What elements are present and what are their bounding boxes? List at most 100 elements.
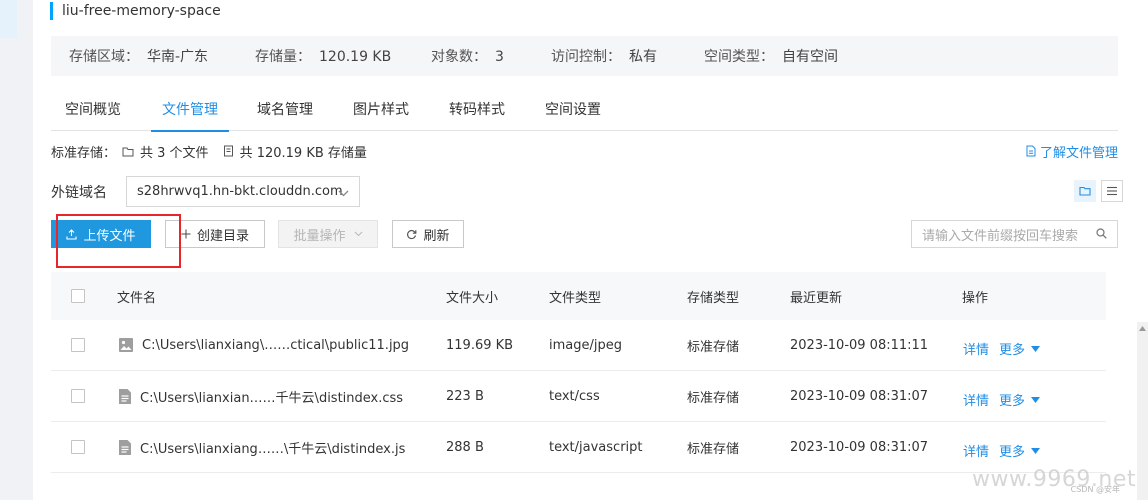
- summary-file-count: 共 3 个文件: [140, 145, 209, 161]
- file-type: text/css: [549, 388, 600, 404]
- info-region: 存储区域： 华南-广东: [69, 49, 209, 65]
- row-operations: 详情 更多: [963, 390, 1050, 409]
- detail-link[interactable]: 详情: [963, 343, 989, 358]
- file-name-cell: C:\Users\lianxian……千牛云\distindex.css: [118, 387, 403, 406]
- header-last-updated: 最近更新: [790, 290, 843, 306]
- bucket-info-bar: 存储区域： 华南-广东 存储量： 120.19 KB 对象数： 3 访问控制： 私有 空…: [51, 36, 1118, 76]
- folder-view-button[interactable]: [1074, 180, 1096, 202]
- more-dropdown[interactable]: 更多: [999, 390, 1041, 409]
- summary-label: 标准存储：: [51, 145, 117, 161]
- file-size: 119.69 KB: [446, 337, 514, 353]
- tab-bar: 空间概览 文件管理 域名管理 图片样式 转码样式 空间设置: [51, 96, 1118, 132]
- domain-select[interactable]: s28hrwvq1.hn-bkt.clouddn.com: [126, 176, 360, 207]
- folder-view-icon: [1079, 186, 1091, 196]
- file-size: 223 B: [446, 388, 484, 404]
- storage-icon: [223, 145, 234, 157]
- more-dropdown[interactable]: 更多: [999, 339, 1041, 358]
- view-toggle: [1069, 180, 1123, 202]
- tab-space-settings[interactable]: 空间设置: [545, 96, 601, 131]
- select-all-checkbox[interactable]: [71, 289, 85, 303]
- bucket-name: liu-free-memory-space: [62, 3, 221, 19]
- search-input[interactable]: 请输入文件前缀按回车搜索: [911, 220, 1118, 248]
- tab-file-management[interactable]: 文件管理: [151, 96, 229, 132]
- tab-domain-management[interactable]: 域名管理: [257, 96, 313, 131]
- learn-file-management-link[interactable]: 了解文件管理: [1026, 141, 1118, 161]
- batch-operations-button[interactable]: 批量操作: [278, 220, 378, 248]
- sidebar-active-item[interactable]: [0, 0, 17, 38]
- upload-highlight-annotation: [56, 214, 181, 268]
- table-header: 文件名 文件大小 文件类型 存储类型 最近更新 操作: [51, 272, 1106, 320]
- info-storage: 存储量： 120.19 KB: [255, 49, 392, 65]
- plus-icon: [181, 229, 191, 239]
- create-directory-label: 创建目录: [196, 228, 249, 244]
- row-checkbox[interactable]: [71, 338, 85, 352]
- document-icon: [1026, 145, 1036, 157]
- table-row[interactable]: C:\Users\lianxiang……\千牛云\distindex.js 28…: [51, 422, 1106, 473]
- summary-storage-size: 共 120.19 KB 存储量: [239, 145, 367, 161]
- file-name: C:\Users\lianxian……千牛云\distindex.css: [140, 390, 404, 406]
- refresh-button[interactable]: 刷新: [392, 220, 464, 248]
- list-view-button[interactable]: [1101, 180, 1123, 202]
- search-icon: [1096, 228, 1107, 243]
- caret-down-icon: [1031, 447, 1041, 454]
- last-updated: 2023-10-09 08:11:11: [790, 337, 929, 353]
- more-dropdown[interactable]: 更多: [999, 441, 1041, 460]
- file-table: 文件名 文件大小 文件类型 存储类型 最近更新 操作 C:\Users\lian…: [51, 272, 1106, 473]
- storage-type: 标准存储: [687, 339, 740, 355]
- file-name-cell: C:\Users\lianxiang……\千牛云\distindex.js: [118, 438, 405, 457]
- domain-label: 外链域名: [51, 185, 107, 201]
- last-updated: 2023-10-09 08:31:07: [790, 388, 929, 404]
- left-sidebar-strip: [0, 0, 17, 500]
- caret-down-icon: [1031, 396, 1041, 403]
- document-file-icon: [118, 439, 132, 456]
- info-access-control: 访问控制： 私有: [551, 49, 657, 65]
- table-row[interactable]: C:\Users\lianxian……千牛云\distindex.css 223…: [51, 371, 1106, 422]
- main-panel: liu-free-memory-space 存储区域： 华南-广东 存储量： 120…: [33, 0, 1148, 500]
- watermark-small: CSDN @安年: [1070, 485, 1120, 494]
- storage-summary: 标准存储： 共 3 个文件 共 120.19 KB 存储量: [51, 141, 367, 161]
- info-object-count: 对象数： 3: [431, 49, 504, 65]
- row-checkbox[interactable]: [71, 440, 85, 454]
- header-file-size: 文件大小: [446, 290, 499, 306]
- tab-overview[interactable]: 空间概览: [65, 96, 121, 131]
- caret-down-icon: [1031, 345, 1041, 352]
- table-row[interactable]: C:\Users\lianxiang\……ctical\public11.jpg…: [51, 320, 1106, 371]
- title-accent-bar: [50, 2, 53, 20]
- table-scrollbar[interactable]: [1137, 322, 1148, 500]
- domain-value: s28hrwvq1.hn-bkt.clouddn.com: [137, 184, 343, 199]
- document-file-icon: [118, 388, 132, 405]
- row-operations: 详情 更多: [963, 441, 1050, 460]
- chevron-down-icon: [354, 231, 363, 237]
- learn-link-label: 了解文件管理: [1039, 145, 1118, 161]
- header-storage-type: 存储类型: [687, 290, 740, 306]
- header-operations: 操作: [962, 290, 989, 306]
- info-space-type: 空间类型： 自有空间: [704, 49, 838, 65]
- file-name: C:\Users\lianxiang……\千牛云\distindex.js: [140, 441, 406, 457]
- file-size: 288 B: [446, 439, 484, 455]
- tab-transcode-styles[interactable]: 转码样式: [449, 96, 505, 131]
- detail-link[interactable]: 详情: [963, 394, 989, 409]
- header-file-name: 文件名: [117, 290, 157, 306]
- file-type: image/jpeg: [549, 337, 622, 353]
- refresh-icon: [406, 229, 417, 240]
- file-name-cell: C:\Users\lianxiang\……ctical\public11.jpg: [118, 337, 409, 353]
- row-operations: 详情 更多: [963, 339, 1050, 358]
- folder-icon: [122, 146, 134, 157]
- last-updated: 2023-10-09 08:31:07: [790, 439, 929, 455]
- tab-image-styles[interactable]: 图片样式: [353, 96, 409, 131]
- refresh-label: 刷新: [423, 228, 450, 244]
- bucket-title: liu-free-memory-space: [50, 2, 221, 20]
- row-checkbox[interactable]: [71, 389, 85, 403]
- chevron-down-icon: [338, 186, 349, 201]
- file-name: C:\Users\lianxiang\……ctical\public11.jpg: [142, 337, 410, 353]
- batch-operations-label: 批量操作: [293, 228, 346, 244]
- search-placeholder: 请输入文件前缀按回车搜索: [922, 228, 1079, 244]
- list-view-icon: [1107, 186, 1117, 196]
- storage-type: 标准存储: [687, 390, 740, 406]
- storage-type: 标准存储: [687, 441, 740, 457]
- file-type: text/javascript: [549, 439, 643, 455]
- detail-link[interactable]: 详情: [963, 445, 989, 460]
- scroll-up-icon: [1139, 326, 1146, 331]
- header-file-type: 文件类型: [549, 290, 602, 306]
- image-file-icon: [118, 337, 134, 353]
